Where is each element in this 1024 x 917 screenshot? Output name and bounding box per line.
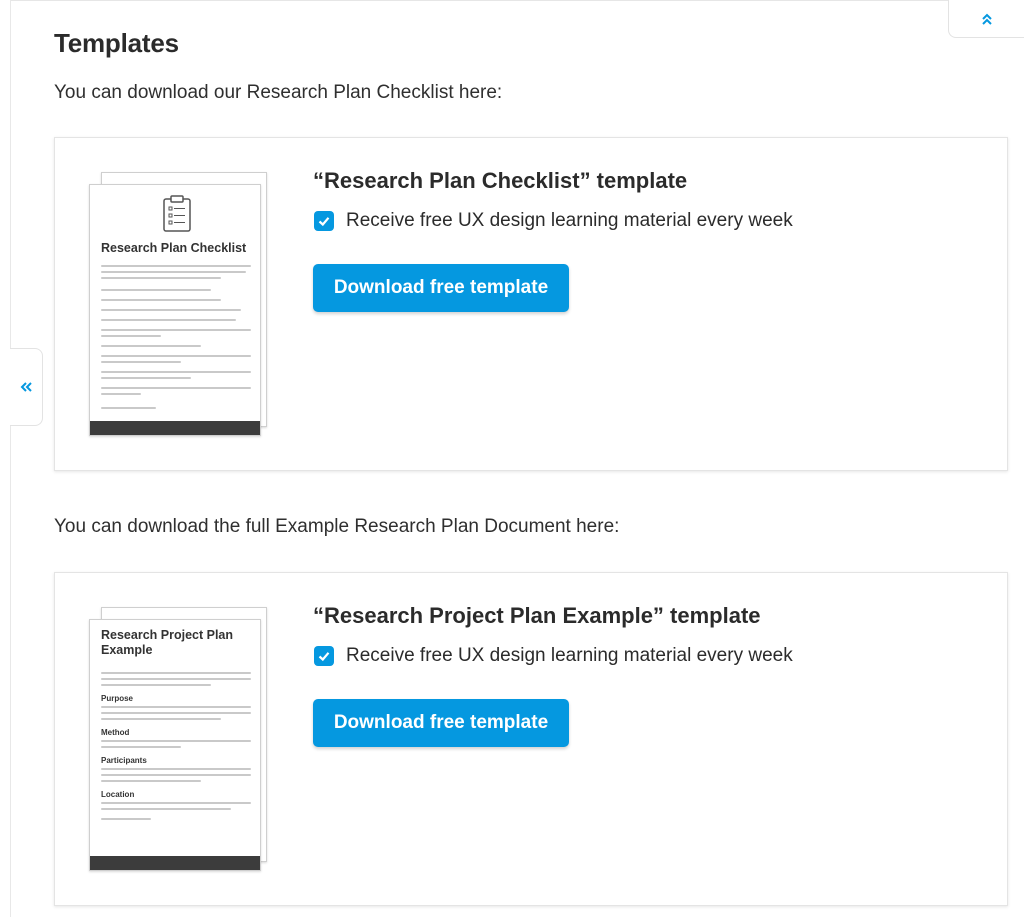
thumbnail-text-line bbox=[101, 271, 246, 273]
thumbnail-text-line bbox=[101, 355, 251, 357]
thumbnail-front-page: Research Project Plan Example Purpose Me… bbox=[89, 619, 261, 871]
thumbnail-text-line bbox=[101, 265, 251, 267]
consent-label: Receive free UX design learning material… bbox=[346, 645, 793, 666]
thumbnail-front-page: Research Plan Checklist bbox=[89, 184, 261, 436]
double-chevron-left-icon bbox=[20, 382, 32, 392]
template-title: “Research Project Plan Example” template bbox=[313, 603, 761, 628]
newsletter-consent-checkbox[interactable]: Receive free UX design learning material… bbox=[314, 645, 793, 667]
thumbnail-text-line bbox=[101, 289, 211, 291]
thumbnail-text-line bbox=[101, 774, 251, 776]
thumbnail-text-line bbox=[101, 718, 221, 720]
template-card-checklist: Research Plan Checklist “Research Plan C… bbox=[54, 137, 1008, 471]
thumbnail-text-line bbox=[101, 329, 251, 331]
template-title: “Research Plan Checklist” template bbox=[313, 168, 688, 193]
template-thumbnail-checklist: Research Plan Checklist bbox=[89, 172, 269, 436]
checklist-intro-text: You can download our Research Plan Check… bbox=[54, 82, 503, 103]
top-border bbox=[10, 0, 1024, 4]
consent-label: Receive free UX design learning material… bbox=[346, 210, 793, 231]
thumbnail-text-line bbox=[101, 309, 241, 311]
thumbnail-text-line bbox=[101, 393, 141, 395]
thumbnail-text-line bbox=[101, 818, 151, 820]
download-template-button[interactable]: Download free template bbox=[313, 699, 569, 747]
thumbnail-title: Research Plan Checklist bbox=[101, 241, 247, 255]
thumbnail-title: Research Project Plan Example bbox=[101, 628, 234, 657]
thumbnail-text-line bbox=[101, 678, 251, 680]
thumbnail-text-line bbox=[101, 684, 211, 686]
scroll-to-top-button[interactable] bbox=[948, 0, 1024, 38]
thumbnail-section-heading: Purpose bbox=[101, 694, 134, 703]
page-title: Templates bbox=[54, 28, 179, 58]
thumbnail-text-line bbox=[101, 361, 181, 363]
thumbnail-section-heading: Method bbox=[101, 728, 130, 737]
thumbnail-text-line bbox=[101, 780, 201, 782]
thumbnail-text-line bbox=[101, 672, 251, 674]
example-intro-text: You can download the full Example Resear… bbox=[54, 516, 620, 537]
thumbnail-text-line bbox=[101, 319, 236, 321]
thumbnail-text-line bbox=[101, 712, 251, 714]
thumbnail-text-line bbox=[101, 277, 221, 279]
checkbox-checked-icon[interactable] bbox=[314, 211, 334, 231]
thumbnail-text-line bbox=[101, 371, 251, 373]
thumbnail-text-line bbox=[101, 706, 251, 708]
template-card-example: Research Project Plan Example Purpose Me… bbox=[54, 572, 1008, 906]
left-border bbox=[10, 0, 11, 917]
thumbnail-text-line bbox=[101, 768, 251, 770]
checkbox-checked-icon[interactable] bbox=[314, 646, 334, 666]
thumbnail-text-line bbox=[101, 407, 156, 409]
thumbnail-text-line bbox=[101, 808, 231, 810]
double-chevron-up-icon bbox=[981, 13, 992, 25]
thumbnail-text-line bbox=[101, 377, 191, 379]
thumbnail-text-line bbox=[101, 387, 251, 389]
thumbnail-text-line bbox=[101, 802, 251, 804]
thumbnail-text-line bbox=[101, 746, 181, 748]
thumbnail-text-line bbox=[101, 740, 251, 742]
thumbnail-text-line bbox=[101, 345, 201, 347]
thumbnail-footer bbox=[90, 421, 260, 435]
thumbnail-text-line bbox=[101, 299, 221, 301]
collapse-sidebar-button[interactable] bbox=[10, 348, 43, 426]
thumbnail-text-line bbox=[101, 335, 161, 337]
download-template-button[interactable]: Download free template bbox=[313, 264, 569, 312]
thumbnail-footer bbox=[90, 856, 260, 870]
newsletter-consent-checkbox[interactable]: Receive free UX design learning material… bbox=[314, 210, 793, 232]
thumbnail-section-heading: Participants bbox=[101, 756, 147, 765]
clipboard-icon bbox=[163, 195, 191, 232]
template-thumbnail-example: Research Project Plan Example Purpose Me… bbox=[89, 607, 269, 871]
thumbnail-section-heading: Location bbox=[101, 790, 135, 799]
